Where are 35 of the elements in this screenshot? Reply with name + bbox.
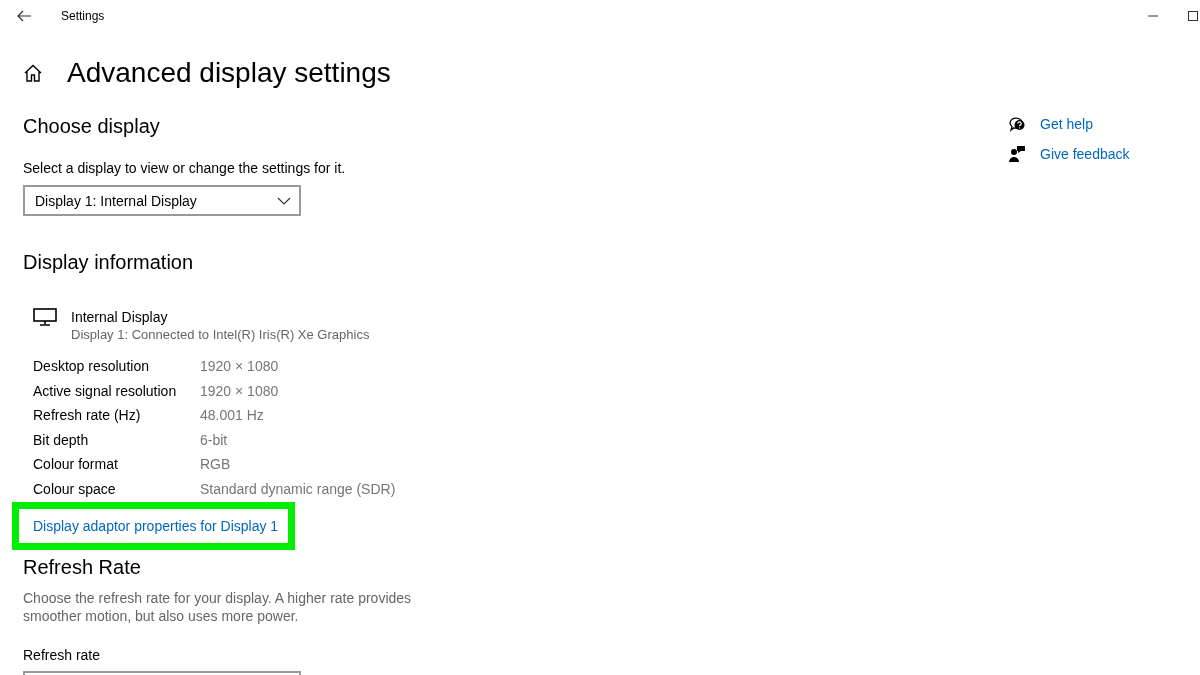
home-icon[interactable]: [23, 63, 43, 83]
adapter-properties-link[interactable]: Display adaptor properties for Display 1: [33, 517, 279, 534]
info-label: Active signal resolution: [33, 381, 178, 401]
dropdown-label: Refresh rate: [23, 645, 102, 665]
feedback-link[interactable]: Give feedback: [1008, 144, 1200, 164]
feedback-person-icon: [1008, 145, 1026, 163]
help-icon: [1008, 115, 1026, 133]
maximize-icon: [1186, 9, 1200, 23]
info-value: 1920 × 1080: [200, 357, 280, 376]
info-label: Colour space: [33, 479, 117, 499]
info-value: Standard dynamic range (SDR): [200, 479, 397, 499]
section-heading: Display information: [23, 250, 195, 275]
back-arrow-icon: [16, 8, 32, 24]
back-button[interactable]: [16, 8, 32, 24]
chevron-down-icon: [277, 196, 291, 205]
info-label: Colour format: [33, 455, 119, 474]
display-name: Internal Display: [71, 308, 169, 326]
maximize-button[interactable]: [1186, 9, 1200, 23]
section-description: Choose the refresh rate for your display. A higher rate provides smoother motion, but also uses more power.: [23, 588, 413, 625]
get-help-link[interactable]: Get help: [1008, 114, 1200, 134]
display-dropdown[interactable]: Display 1: Internal Display: [23, 185, 301, 216]
info-value: 48.001 Hz: [200, 406, 265, 425]
info-value: 1920 × 1080: [200, 381, 280, 401]
window-title: Settings: [61, 9, 105, 23]
page-title: Advanced display settings: [67, 57, 391, 89]
info-value: RGB: [200, 455, 232, 474]
section-heading: Choose display: [23, 114, 161, 139]
info-label: Refresh rate (Hz): [33, 406, 142, 425]
dropdown-label: Select a display to view or change the settings for it.: [23, 159, 347, 178]
display-description: Display 1: Connected to Intel(R) Iris(R) Xe Graphics: [71, 326, 370, 344]
info-label: Bit depth: [33, 430, 90, 450]
info-value: 6-bit: [200, 430, 229, 450]
info-label: Desktop resolution: [33, 357, 150, 376]
section-heading: Refresh Rate: [23, 554, 142, 580]
monitor-icon: [33, 308, 57, 326]
